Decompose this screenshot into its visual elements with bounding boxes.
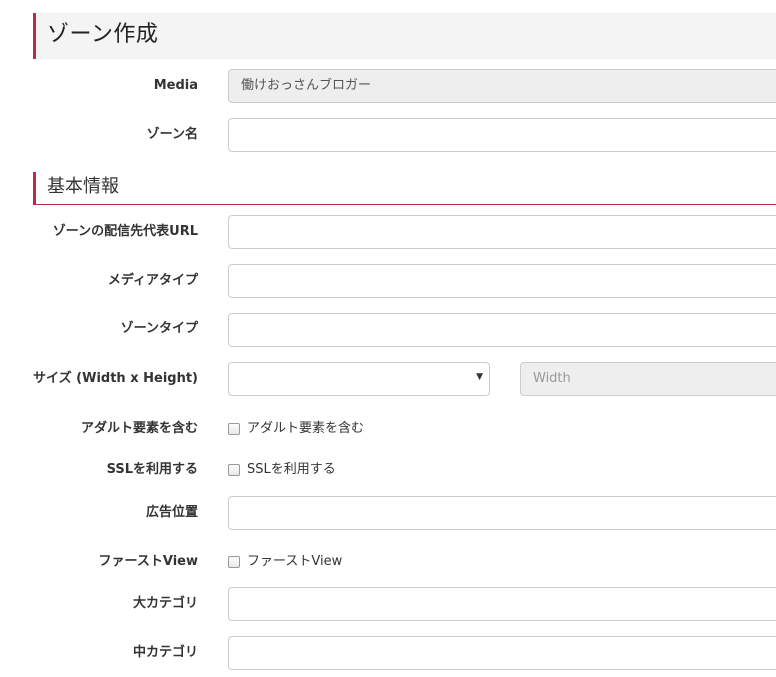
media-label: Media xyxy=(153,78,198,93)
zone-name-input[interactable] xyxy=(228,118,776,152)
ad-position-input[interactable] xyxy=(228,496,776,530)
media-type-input[interactable] xyxy=(228,264,776,298)
zone-type-label: ゾーンタイプ xyxy=(120,321,198,336)
ssl-checkbox[interactable] xyxy=(228,464,240,476)
ad-position-label: 広告位置 xyxy=(145,505,198,520)
page-header: ゾーン作成 xyxy=(33,13,776,59)
media-type-label: メディアタイプ xyxy=(107,273,198,288)
middle-category-input[interactable] xyxy=(228,636,776,670)
major-category-label: 大カテゴリ xyxy=(132,596,198,611)
width-input[interactable]: Width xyxy=(520,362,776,396)
adult-checkbox-label[interactable]: アダルト要素を含む xyxy=(247,421,364,437)
adult-checkbox-row[interactable]: アダルト要素を含む xyxy=(228,421,364,437)
first-view-checkbox[interactable] xyxy=(228,556,240,568)
chevron-down-icon: ▼ xyxy=(476,372,483,382)
zone-url-label: ゾーンの配信先代表URL xyxy=(52,224,198,239)
zone-type-input[interactable] xyxy=(228,313,776,347)
size-label: サイズ (Width x Height) xyxy=(33,371,198,386)
media-field: 働けおっさんブロガー xyxy=(228,69,776,103)
ssl-label: SSLを利用する xyxy=(106,462,198,477)
first-view-label: ファーストView xyxy=(98,554,198,569)
first-view-checkbox-label[interactable]: ファーストView xyxy=(247,554,342,570)
page-title: ゾーン作成 xyxy=(47,22,159,47)
section-header-basic-info: 基本情報 xyxy=(33,172,776,205)
adult-checkbox[interactable] xyxy=(228,423,240,435)
adult-label: アダルト要素を含む xyxy=(80,421,198,436)
zone-name-label: ゾーン名 xyxy=(146,127,198,142)
first-view-checkbox-row[interactable]: ファーストView xyxy=(228,554,342,570)
middle-category-label: 中カテゴリ xyxy=(132,645,198,660)
ssl-checkbox-label[interactable]: SSLを利用する xyxy=(247,462,336,478)
size-select[interactable]: ▼ xyxy=(228,362,490,396)
zone-url-input[interactable] xyxy=(228,215,776,249)
major-category-input[interactable] xyxy=(228,587,776,621)
section-title: 基本情報 xyxy=(47,176,119,197)
ssl-checkbox-row[interactable]: SSLを利用する xyxy=(228,462,336,478)
